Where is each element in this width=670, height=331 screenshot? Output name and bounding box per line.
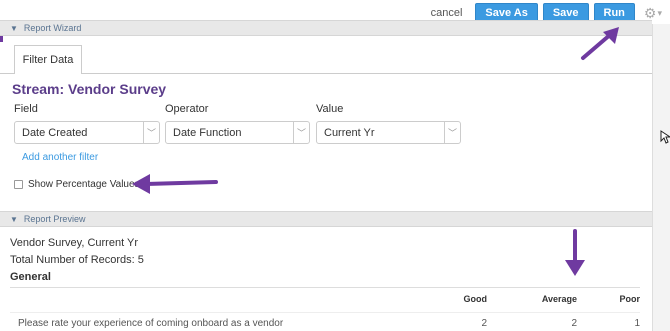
column-header-average: Average [541,294,577,304]
report-preview-title: Report Preview [23,214,86,224]
field-label: Field [14,103,38,115]
column-header-poor: Poor [619,294,640,304]
add-another-filter-link[interactable]: Add another filter [22,152,98,163]
report-preview-panel: Vendor Survey, Current Yr Total Number o… [0,228,652,331]
cancel-link[interactable]: cancel [431,7,463,19]
preview-subtitle: Vendor Survey, Current Yr [10,237,138,249]
column-header-good: Good [463,294,488,304]
report-wizard-header[interactable]: ▼ Report Wizard [0,20,652,36]
chevron-down-icon: ﹀ [293,122,309,143]
report-preview-header[interactable]: ▼ Report Preview [0,211,652,227]
gear-icon: ⚙ [643,4,657,21]
tab-divider [0,73,652,74]
total-records: Total Number of Records: 5 [10,254,144,266]
operator-select[interactable]: Date Function ﹀ [165,121,310,144]
collapse-triangle-icon: ▼ [10,23,18,33]
value-select-value: Current Yr [324,126,375,139]
table-cell-good: 2 [481,318,487,329]
show-percentage-checkbox[interactable] [14,180,23,189]
operator-select-value: Date Function [173,126,242,139]
report-wizard-title: Report Wizard [23,23,82,33]
row-divider [10,312,640,313]
tab-filter-data[interactable]: Filter Data [14,45,82,74]
value-select[interactable]: Current Yr ﹀ [316,121,461,144]
resize-cursor-icon [660,130,670,144]
settings-menu[interactable]: ⚙ ▾ [644,5,662,22]
stream-title: Stream: Vendor Survey [12,81,167,97]
field-select-value: Date Created [22,126,88,139]
operator-label: Operator [165,103,209,115]
collapse-triangle-icon: ▼ [10,214,18,224]
tab-active-gap [15,73,81,74]
table-cell-average: 2 [571,318,577,329]
table-cell-poor: 1 [634,318,640,329]
show-percentage-option[interactable]: Show Percentage Values [14,179,140,190]
table-row-question: Please rate your experience of coming on… [18,318,284,329]
field-select[interactable]: Date Created ﹀ [14,121,160,144]
value-label: Value [316,103,344,115]
chevron-down-icon: ﹀ [143,122,159,143]
chevron-down-icon: ▾ [657,7,662,18]
show-percentage-label: Show Percentage Values [28,179,140,190]
chevron-down-icon: ﹀ [444,122,460,143]
table-divider [10,287,640,288]
section-title: General [10,271,51,283]
vertical-scrollbar[interactable] [652,24,670,331]
report-wizard-panel: Filter Data Stream: Vendor Survey Field … [0,37,652,211]
